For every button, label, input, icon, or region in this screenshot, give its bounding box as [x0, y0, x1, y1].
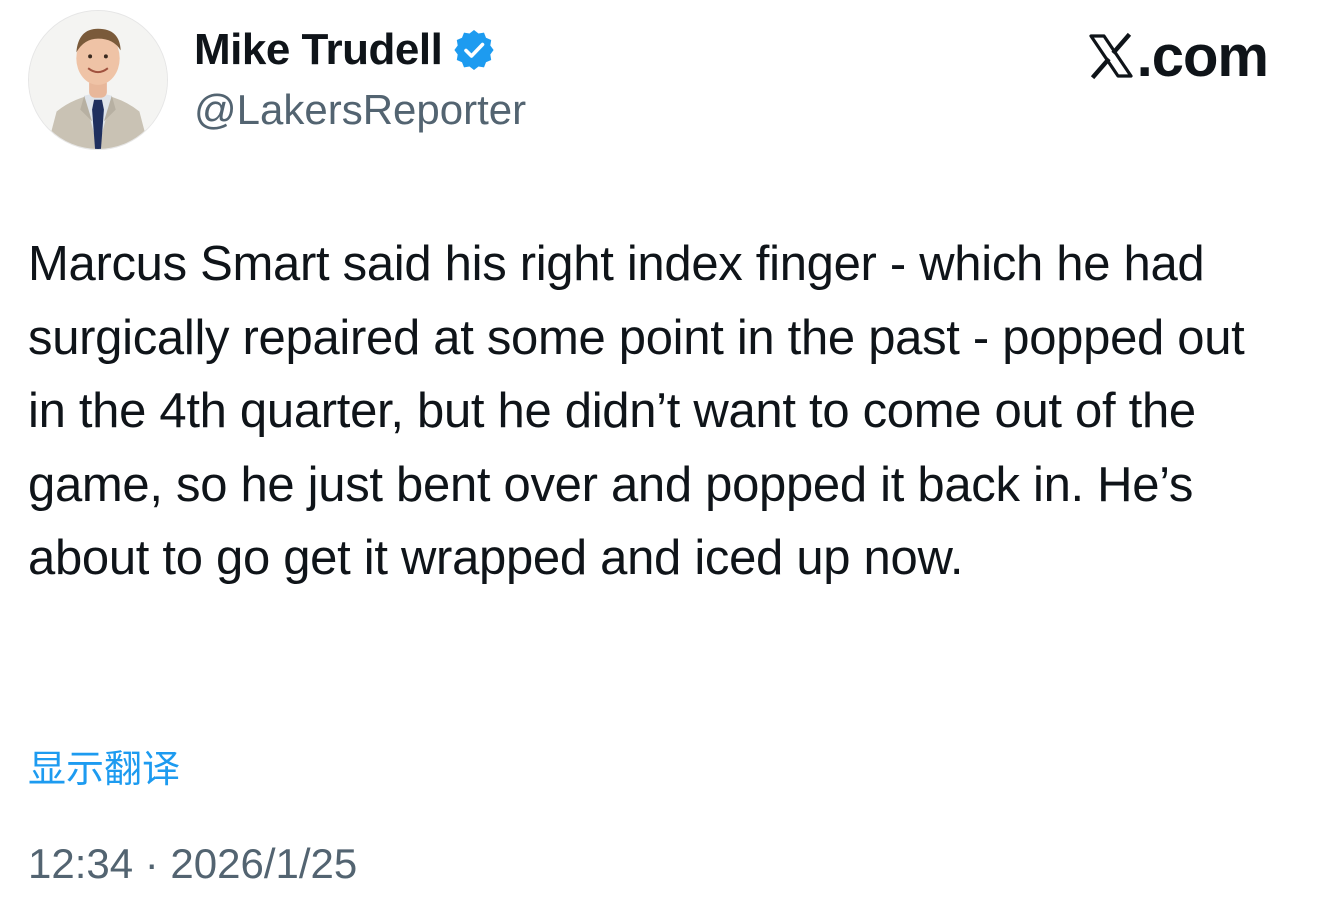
tweet-timestamp[interactable]: 12:34 · 2026/1/25 — [28, 836, 357, 892]
tweet-card: Mike Trudell @LakersReporter .com Marcus… — [0, 0, 1320, 910]
tweet-text: Marcus Smart said his right index finger… — [28, 237, 1258, 585]
author-name-row: Mike Trudell — [194, 24, 494, 76]
verified-badge-icon — [454, 30, 494, 70]
x-com-watermark: .com — [1087, 24, 1269, 89]
avatar-photo-icon — [29, 11, 167, 149]
author-display-name[interactable]: Mike Trudell — [194, 24, 443, 76]
avatar[interactable] — [28, 10, 168, 150]
brand-label: .com — [1136, 23, 1269, 89]
author-handle[interactable]: @LakersReporter — [194, 84, 526, 136]
x-logo-icon — [1087, 32, 1135, 80]
show-translation-link[interactable]: 显示翻译 — [28, 742, 180, 798]
